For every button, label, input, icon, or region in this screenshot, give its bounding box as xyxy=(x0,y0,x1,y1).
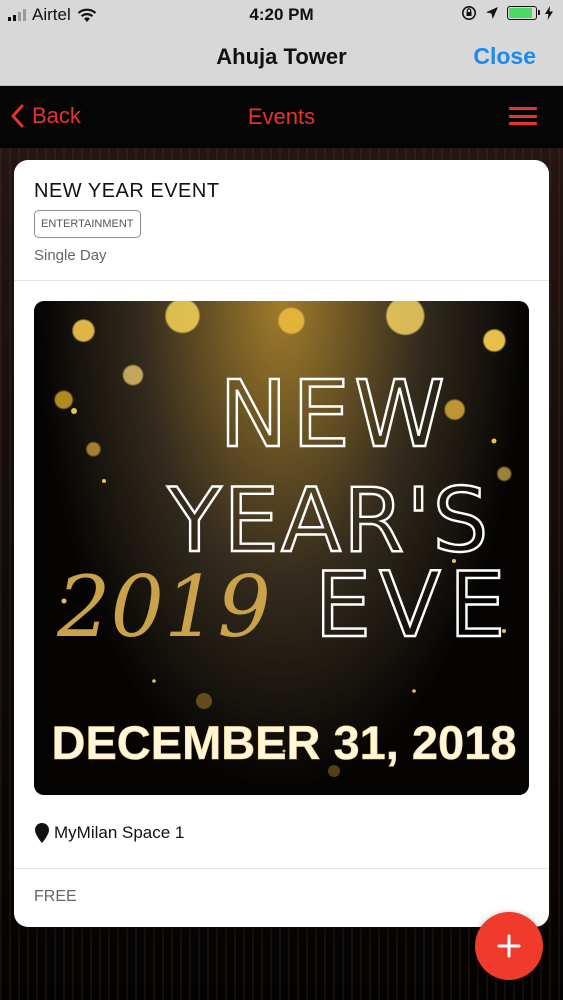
nav-title: Events xyxy=(247,104,316,129)
poster-year: 2019 xyxy=(56,558,271,656)
title-bar: Ahuja Tower Close xyxy=(0,30,563,86)
location-label: MyMilan Space 1 xyxy=(54,823,185,842)
plus-icon xyxy=(497,934,521,958)
add-event-button[interactable] xyxy=(475,912,543,980)
close-button[interactable]: Close xyxy=(473,43,536,70)
event-location: MyMilan Space 1 xyxy=(34,823,184,843)
poster-artwork: NEW YEAR'S 2019 EVE DECEMBER 31, 2018 xyxy=(51,360,517,777)
event-price: FREE xyxy=(34,888,77,905)
divider xyxy=(14,868,549,869)
event-title: NEW YEAR EVENT xyxy=(34,180,220,202)
poster-line3: EVE xyxy=(314,553,513,658)
event-duration: Single Day xyxy=(34,247,107,264)
orientation-lock-icon xyxy=(462,6,476,20)
status-bar: Airtel 4:20 PM xyxy=(0,0,563,30)
event-poster-image[interactable]: NEW YEAR'S 2019 EVE DECEMBER 31, 2018 xyxy=(34,301,529,795)
hamburger-menu-icon[interactable] xyxy=(509,107,537,125)
status-right xyxy=(461,5,553,21)
poster-line1: NEW xyxy=(219,361,449,468)
map-pin-icon xyxy=(35,823,49,843)
event-card[interactable]: NEW YEAR EVENT ENTERTAINMENT Single Day … xyxy=(14,160,549,927)
location-arrow-icon xyxy=(486,7,498,19)
poster-date: DECEMBER 31, 2018 xyxy=(52,716,517,769)
category-badge: ENTERTAINMENT xyxy=(34,210,141,238)
nav-bar: Back Events xyxy=(0,86,563,148)
divider xyxy=(14,280,549,281)
battery-icon xyxy=(507,6,540,20)
charging-icon xyxy=(545,6,553,20)
